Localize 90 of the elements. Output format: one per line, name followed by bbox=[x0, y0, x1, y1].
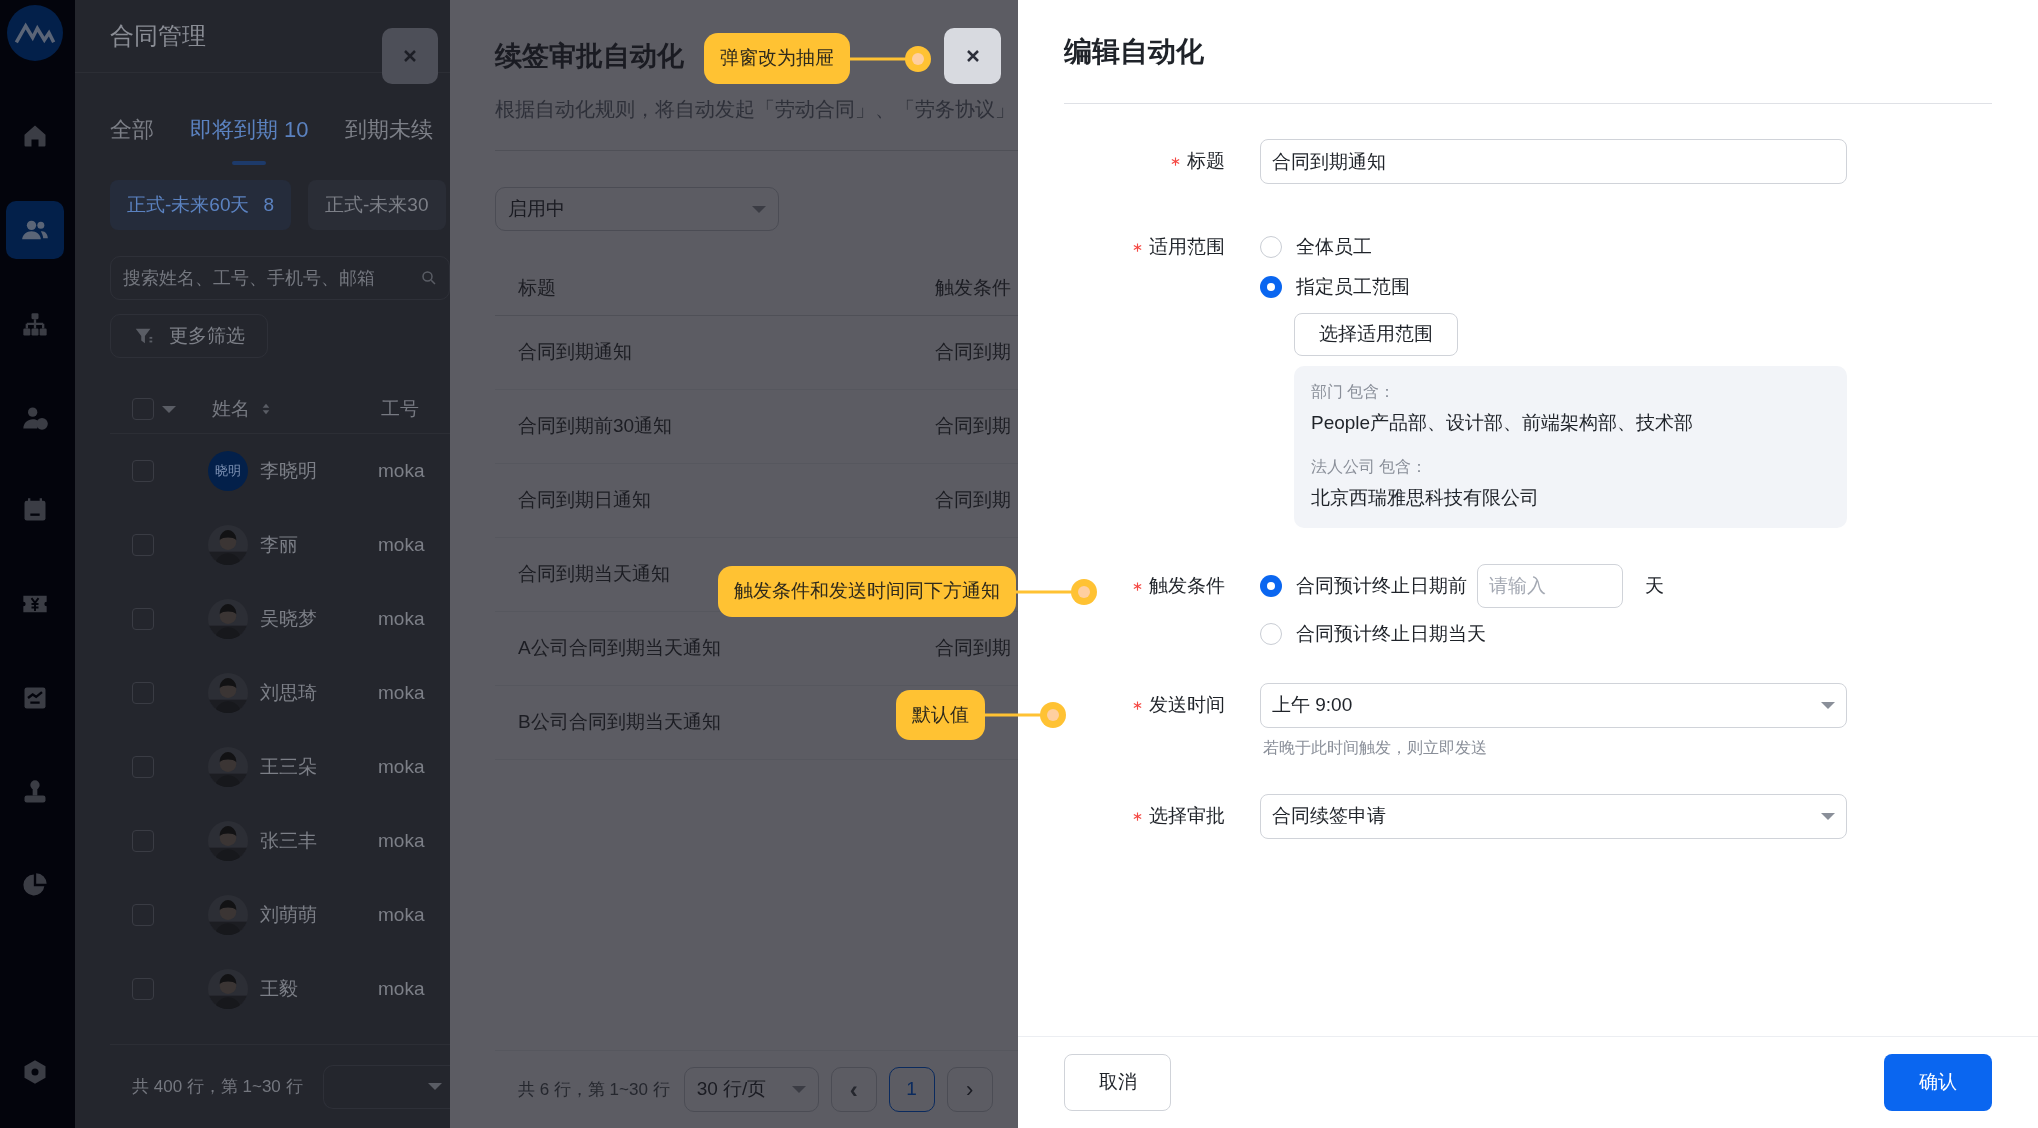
filter-chip[interactable]: 正式-未来30 bbox=[308, 180, 446, 230]
cancel-button[interactable]: 取消 bbox=[1064, 1054, 1171, 1111]
radio-label[interactable]: 合同预计终止日期当天 bbox=[1296, 619, 1486, 649]
radio-button[interactable] bbox=[1260, 236, 1282, 258]
text-field[interactable]: 合同到期通知 bbox=[1260, 139, 1847, 184]
confirm-button[interactable]: 确认 bbox=[1884, 1054, 1992, 1111]
filter-button[interactable]: 更多筛选 bbox=[110, 314, 268, 358]
radio-label[interactable]: 指定员工范围 bbox=[1296, 272, 1410, 302]
caret-icon[interactable] bbox=[162, 405, 176, 413]
table-cell-text: 李晓明 bbox=[260, 458, 318, 483]
summary-heading: 部门 包含： bbox=[1311, 382, 1397, 402]
unit-label: 天 bbox=[1645, 573, 1664, 598]
number-field[interactable]: 请输入 bbox=[1477, 564, 1623, 608]
table-cell-text: moka bbox=[378, 902, 425, 927]
table-cell-text: 刘思琦 bbox=[260, 680, 318, 705]
select-scope-button[interactable]: 选择适用范围 bbox=[1294, 313, 1458, 356]
field-label: 触发条件 bbox=[1149, 573, 1225, 598]
table-cell-text: 李丽 bbox=[260, 532, 299, 557]
search-field[interactable]: 搜索姓名、工号、手机号、邮箱 bbox=[110, 256, 450, 300]
drawer-title: 续签审批自动化 bbox=[495, 39, 684, 73]
table-cell: B公司合同到期当天通知 bbox=[518, 711, 721, 733]
table-cell-text: 合同到期 bbox=[935, 488, 1011, 513]
chip-label: 正式-未来60天 bbox=[127, 192, 250, 217]
column-header: 工号 bbox=[381, 396, 419, 421]
radio-label[interactable]: 合同预计终止日期前 bbox=[1296, 571, 1467, 601]
callout-label: 弹窗改为抽屉 bbox=[704, 33, 850, 84]
sidebar-item[interactable] bbox=[6, 201, 64, 259]
table-cell-text: moka bbox=[378, 976, 425, 1001]
search-icon bbox=[420, 269, 438, 287]
close-button[interactable] bbox=[382, 28, 438, 84]
radio-button[interactable] bbox=[1260, 276, 1282, 298]
page-title: 合同管理 bbox=[110, 21, 206, 51]
caret-icon bbox=[1821, 813, 1835, 820]
chip-count: 8 bbox=[263, 192, 275, 217]
close-button[interactable] bbox=[944, 28, 1001, 84]
callout-label: 触发条件和发送时间同下方通知 bbox=[718, 566, 1016, 617]
previous-page-button[interactable]: ‹ bbox=[830, 1067, 877, 1112]
caret-icon bbox=[752, 205, 766, 213]
table-cell: 合同到期日通知 bbox=[518, 489, 651, 511]
table-cell-text: moka bbox=[378, 458, 425, 483]
tab[interactable]: 即将到期 10 bbox=[190, 115, 309, 165]
table-cell-text: moka bbox=[378, 606, 425, 631]
table-cell-text: 王毅 bbox=[260, 976, 299, 1001]
drawer-title: 编辑自动化 bbox=[1064, 34, 1204, 69]
pagination-summary: 共 400 行，第 1~30 行 bbox=[132, 1075, 303, 1098]
column-header: 触发条件 bbox=[935, 275, 1011, 300]
table-cell-text: 合同到期 bbox=[935, 636, 1011, 661]
logo-icon bbox=[7, 5, 63, 61]
next-page-button[interactable]: › bbox=[946, 1067, 993, 1112]
table-cell-text: 张三丰 bbox=[260, 828, 318, 853]
callout-label: 默认值 bbox=[896, 690, 985, 740]
table-cell-text: 吴晓梦 bbox=[260, 606, 318, 631]
field-hint: 若晚于此时间触发，则立即发送 bbox=[1263, 738, 1488, 758]
radio-button[interactable] bbox=[1260, 575, 1282, 597]
table-cell-text: moka bbox=[378, 828, 425, 853]
table-cell-text: moka bbox=[378, 532, 425, 557]
table-cell-text: 合同到期 bbox=[935, 340, 1011, 365]
summary-heading: 法人公司 包含： bbox=[1311, 457, 1429, 477]
avatar: 晓明 bbox=[208, 451, 248, 491]
filter-chip[interactable]: 正式-未来60天 8 bbox=[110, 180, 292, 230]
caret-icon bbox=[428, 1083, 442, 1090]
table-cell-text: moka bbox=[378, 754, 425, 779]
caret-icon bbox=[791, 1086, 806, 1093]
table-cell-text: 合同到期 bbox=[935, 414, 1011, 439]
field-label: 发送时间 bbox=[1149, 693, 1225, 718]
table-cell: 合同到期前30通知 bbox=[518, 415, 673, 437]
table-cell-text: moka bbox=[378, 680, 425, 705]
column-header: 姓名 bbox=[212, 396, 250, 421]
field-label: 标题 bbox=[1187, 149, 1225, 174]
select-field[interactable]: 上午 9:00 bbox=[1260, 683, 1847, 728]
select-field[interactable]: 合同续签申请 bbox=[1260, 794, 1847, 839]
page-size-select[interactable]: 30 行/页 bbox=[683, 1067, 819, 1112]
field-label: 适用范围 bbox=[1149, 234, 1225, 259]
summary-value: People产品部、设计部、前端架构部、技术部 bbox=[1311, 411, 1695, 435]
status-select[interactable]: 启用中 bbox=[495, 187, 779, 231]
table-cell-text: 刘萌萌 bbox=[260, 902, 318, 927]
column-header: 标题 bbox=[518, 276, 556, 298]
org-chart-icon bbox=[21, 311, 49, 339]
page-button[interactable]: 1 bbox=[888, 1067, 935, 1112]
table-cell: 合同到期通知 bbox=[518, 341, 632, 363]
table-cell: 合同到期当天通知 bbox=[518, 563, 670, 585]
tab[interactable]: 到期未续 bbox=[344, 115, 433, 165]
tab[interactable]: 全部 bbox=[110, 115, 154, 165]
table-cell: A公司合同到期当天通知 bbox=[518, 637, 721, 659]
radio-label[interactable]: 全体员工 bbox=[1296, 232, 1372, 262]
field-label: 选择审批 bbox=[1149, 804, 1225, 829]
table-cell-text: 王三朵 bbox=[260, 754, 318, 779]
radio-button[interactable] bbox=[1260, 623, 1282, 645]
caret-icon bbox=[1821, 702, 1835, 709]
summary-value: 北京西瑞雅思科技有限公司 bbox=[1311, 486, 1540, 510]
